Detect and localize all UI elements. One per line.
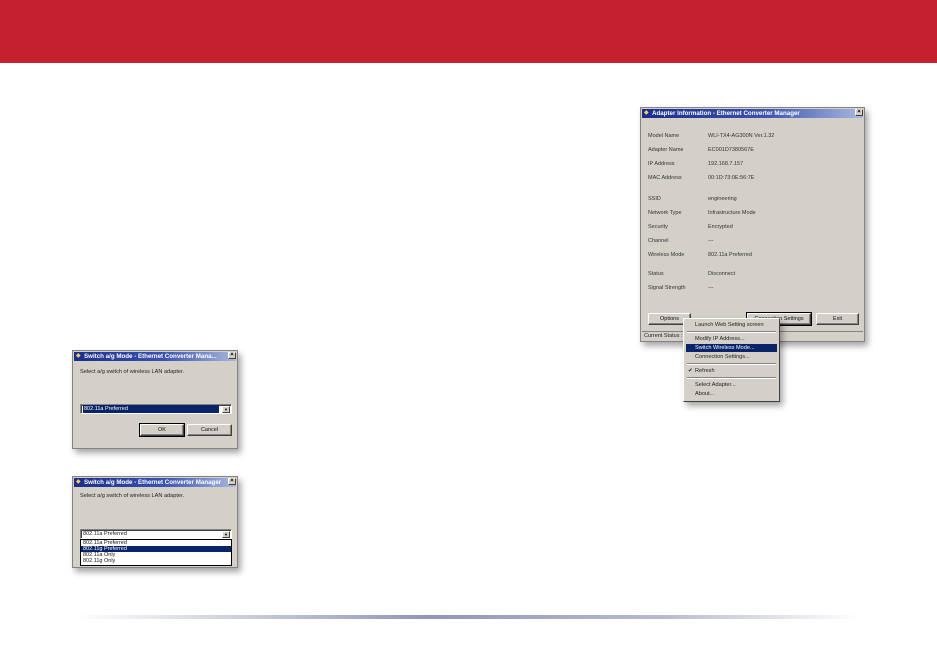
- menu-separator: [687, 363, 776, 365]
- menu-item-label: Modify IP Address...: [695, 336, 745, 342]
- window-title: Adapter Information - Ethernet Converter…: [652, 110, 800, 117]
- info-label: MAC Address: [648, 175, 682, 181]
- wireless-mode-select[interactable]: 802.11a Preferred ▼: [80, 404, 232, 414]
- menu-item-label: Select Adapter...: [695, 382, 736, 388]
- info-label: Security: [648, 224, 668, 230]
- app-icon: ◆: [644, 110, 649, 116]
- info-value: EC001D7380567E: [708, 147, 754, 153]
- dialog-title-bar[interactable]: ◆ Switch a/g Mode - Ethernet Converter M…: [74, 478, 236, 487]
- wireless-mode-options-list: 802.11a Preferred 802.11g Preferred 802.…: [80, 539, 232, 566]
- info-value: 192.168.7.157: [708, 161, 744, 167]
- chevron-down-icon[interactable]: ▼: [222, 406, 230, 413]
- chevron-down-icon[interactable]: ▼: [222, 531, 230, 538]
- dialog-prompt: Select a/g switch of wireless LAN adapte…: [80, 369, 185, 375]
- info-value: ---: [708, 238, 714, 244]
- info-value: Disconnect: [708, 271, 736, 277]
- exit-button[interactable]: Exit: [816, 313, 859, 325]
- menu-item-about[interactable]: About...: [686, 390, 777, 398]
- header-banner: [0, 0, 937, 63]
- menu-item-label: Switch Wireless Mode...: [695, 345, 755, 351]
- info-label: Status: [648, 271, 664, 277]
- window-title-bar[interactable]: ◆ Adapter Information - Ethernet Convert…: [642, 109, 863, 118]
- menu-item-label: Connection Settings...: [695, 354, 750, 360]
- select-value: 802.11a Preferred: [83, 405, 219, 413]
- wireless-mode-select[interactable]: 802.11a Preferred ▼: [80, 529, 232, 539]
- switch-mode-dialog: ◆ Switch a/g Mode - Ethernet Converter M…: [72, 350, 238, 449]
- menu-item-label: About...: [695, 391, 715, 397]
- info-value: WLI-TX4-AG300N Ver.1.32: [708, 133, 775, 139]
- close-icon: ×: [230, 352, 234, 358]
- app-icon: ◆: [76, 353, 81, 359]
- menu-item-launch-web-setting[interactable]: Launch Web Setting screen: [686, 321, 777, 329]
- dialog-title: Switch a/g Mode - Ethernet Converter Man…: [84, 479, 222, 486]
- menu-item-refresh[interactable]: ✔ Refresh: [686, 367, 777, 375]
- info-label: IP Address: [648, 161, 675, 167]
- info-value: 00:1D:73:0E:56:7E: [708, 175, 755, 181]
- dialog-title-bar[interactable]: ◆ Switch a/g Mode - Ethernet Converter M…: [74, 352, 236, 361]
- switch-mode-dialog-open: ◆ Switch a/g Mode - Ethernet Converter M…: [72, 476, 238, 568]
- menu-item-connection-settings[interactable]: Connection Settings...: [686, 353, 777, 361]
- ok-button[interactable]: OK: [139, 423, 185, 437]
- menu-item-modify-ip[interactable]: Modify IP Address...: [686, 335, 777, 343]
- info-label: SSID: [648, 196, 661, 202]
- info-value: 802.11a Preferred: [708, 252, 752, 258]
- options-context-menu: Launch Web Setting screen Modify IP Addr…: [683, 318, 780, 402]
- menu-separator: [687, 331, 776, 333]
- info-label: Channel: [648, 238, 669, 244]
- option-item[interactable]: 802.11g Only: [81, 558, 231, 564]
- checkmark-icon: ✔: [688, 368, 693, 374]
- info-label: Wireless Mode: [648, 252, 685, 258]
- dialog-title: Switch a/g Mode - Ethernet Converter Man…: [84, 353, 217, 360]
- close-button[interactable]: ×: [855, 109, 863, 116]
- info-value: ---: [708, 285, 714, 291]
- info-value: Encrypted: [708, 224, 733, 230]
- info-label: Adapter Name: [648, 147, 684, 153]
- app-icon: ◆: [76, 479, 81, 485]
- info-label: Model Name: [648, 133, 680, 139]
- info-value: engineering: [708, 196, 737, 202]
- info-label: Signal Strength: [648, 285, 686, 291]
- close-icon: ×: [857, 109, 861, 115]
- close-button[interactable]: ×: [228, 352, 236, 359]
- menu-item-label: Launch Web Setting screen: [695, 322, 764, 328]
- dialog-prompt: Select a/g switch of wireless LAN adapte…: [80, 493, 185, 499]
- select-value: 802.11a Preferred: [83, 531, 127, 537]
- menu-separator: [687, 377, 776, 379]
- menu-item-switch-wireless-mode[interactable]: Switch Wireless Mode...: [686, 344, 777, 352]
- adapter-info-window: ◆ Adapter Information - Ethernet Convert…: [640, 107, 865, 342]
- menu-item-select-adapter[interactable]: Select Adapter...: [686, 381, 777, 389]
- cancel-button[interactable]: Cancel: [187, 424, 232, 436]
- close-button[interactable]: ×: [228, 478, 236, 485]
- info-label: Network Type: [648, 210, 682, 216]
- close-icon: ×: [230, 478, 234, 484]
- info-value: Infrastructure Mode: [708, 210, 756, 216]
- footer-divider: [75, 615, 860, 619]
- menu-item-label: Refresh: [695, 368, 715, 374]
